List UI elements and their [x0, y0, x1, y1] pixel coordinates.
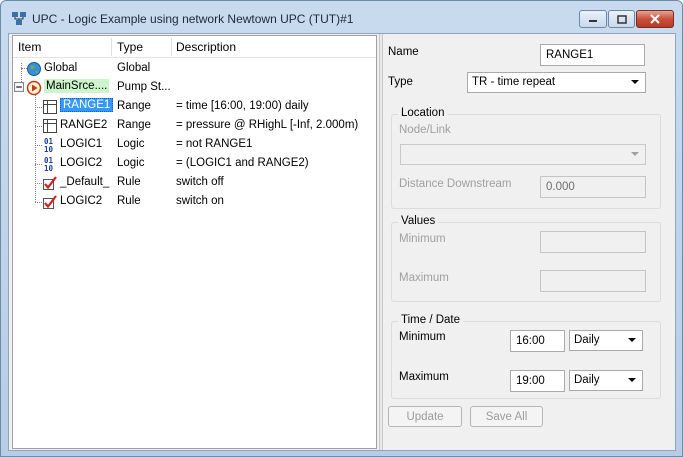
chevron-down-icon	[628, 338, 636, 342]
values-group-title: Values	[398, 215, 439, 227]
name-input[interactable]: RANGE1	[540, 44, 645, 66]
values-minimum-label: Minimum	[399, 233, 446, 245]
tree-item-type: Global	[117, 62, 151, 74]
minimize-button[interactable]	[579, 10, 607, 28]
tree-item-label: LOGIC2	[60, 157, 103, 169]
tree-item-description: switch on	[176, 195, 224, 207]
tree-item-label-wrap: MainSrce....	[44, 79, 110, 93]
tree-row-logic2[interactable]: 01 10 LOGIC2 Logic = (LOGIC1 and RANGE2)	[13, 154, 376, 173]
save-all-button[interactable]: Save All	[470, 406, 543, 427]
globe-icon	[27, 62, 41, 76]
tree-item-label: LOGIC1	[60, 138, 103, 150]
application-window: UPC - Logic Example using network Newtow…	[0, 0, 683, 457]
time-maximum-period-value: Daily	[574, 374, 600, 386]
type-label: Type	[388, 76, 413, 88]
node-link-label: Node/Link	[399, 124, 451, 136]
title-bar[interactable]: UPC - Logic Example using network Newtow…	[1, 1, 682, 33]
tree-item-type: Range	[117, 100, 151, 112]
tree-item-label: MainSrce....	[44, 79, 110, 93]
rule-check-icon	[43, 176, 57, 190]
time-minimum-period-value: Daily	[574, 334, 600, 346]
time-maximum-label: Maximum	[399, 371, 449, 383]
distance-downstream-label: Distance Downstream	[399, 178, 512, 190]
collapse-icon[interactable]	[14, 82, 24, 92]
update-button[interactable]: Update	[388, 406, 462, 427]
tree-item-label: RANGE1	[60, 98, 114, 112]
tree-row-global[interactable]: Global Global	[13, 59, 376, 78]
tree-item-label: LOGIC2	[60, 195, 103, 207]
tree-row-default-rule[interactable]: _Default_ Rule switch off	[13, 173, 376, 192]
column-divider[interactable]	[111, 38, 112, 56]
range-grid-icon	[43, 119, 57, 133]
tree-item-type: Rule	[117, 176, 141, 188]
minimize-icon	[589, 20, 597, 22]
tree-item-type: Pump St...	[117, 81, 171, 93]
values-maximum-label: Maximum	[399, 272, 449, 284]
rule-check-icon	[43, 195, 57, 209]
time-date-group-title: Time / Date	[398, 314, 464, 326]
node-link-select[interactable]	[400, 144, 646, 165]
pump-station-icon	[26, 80, 42, 96]
chevron-down-icon	[631, 80, 639, 84]
client-area: Item Type Description Global Global Main…	[8, 33, 676, 451]
tree-item-type: Range	[117, 119, 151, 131]
window-title: UPC - Logic Example using network Newtow…	[32, 12, 354, 26]
tree-row-mainsrce[interactable]: MainSrce.... Pump St...	[13, 78, 376, 97]
chevron-down-icon	[631, 152, 639, 156]
tree-item-label: Global	[44, 62, 78, 74]
tree-header: Item Type Description	[13, 36, 376, 58]
binary-logic-icon: 01 10	[44, 137, 54, 153]
tree-item-description: = (LOGIC1 and RANGE2)	[176, 157, 309, 169]
logic-tree-list[interactable]: Item Type Description Global Global Main…	[12, 35, 377, 449]
time-maximum-input[interactable]: 19:00	[510, 370, 565, 392]
tree-item-description: = time [16:00, 19:00) daily	[176, 100, 309, 112]
time-minimum-label: Minimum	[399, 331, 446, 343]
column-header-item[interactable]: Item	[18, 40, 41, 54]
values-minimum-input[interactable]	[540, 231, 646, 253]
range-grid-icon	[43, 100, 57, 114]
tree-item-type: Rule	[117, 195, 141, 207]
tree-item-description: switch off	[176, 176, 224, 188]
tree-row-range1[interactable]: RANGE1 Range = time [16:00, 19:00) daily	[13, 97, 376, 116]
column-header-type[interactable]: Type	[117, 40, 143, 54]
tree-item-type: Logic	[117, 138, 145, 150]
maximize-icon	[616, 14, 627, 24]
panel-splitter[interactable]	[379, 34, 383, 450]
tree-row-range2[interactable]: RANGE2 Range = pressure @ RHighL [-Inf, …	[13, 116, 376, 135]
tree-item-type: Logic	[117, 157, 145, 169]
svg-text:10: 10	[44, 164, 54, 172]
close-button[interactable]	[636, 10, 674, 28]
type-select[interactable]: TR - time repeat	[467, 72, 646, 93]
close-icon	[650, 14, 660, 24]
tree-item-label: _Default_	[60, 176, 110, 188]
svg-text:10: 10	[44, 145, 54, 153]
maximize-button[interactable]	[608, 10, 635, 28]
column-header-description[interactable]: Description	[176, 40, 236, 54]
distance-downstream-input[interactable]: 0.000	[540, 176, 646, 198]
name-label: Name	[388, 46, 419, 58]
column-divider[interactable]	[171, 38, 172, 56]
tree-item-label: RANGE2	[60, 119, 108, 131]
tree-item-description: = not RANGE1	[176, 138, 253, 150]
tree-row-logic1[interactable]: 01 10 LOGIC1 Logic = not RANGE1	[13, 135, 376, 154]
values-maximum-input[interactable]	[540, 270, 646, 292]
time-maximum-period-select[interactable]: Daily	[569, 370, 643, 391]
tree-item-label-wrap: RANGE1	[60, 98, 114, 112]
time-minimum-input[interactable]: 16:00	[510, 330, 565, 352]
app-icon	[12, 12, 26, 25]
chevron-down-icon	[628, 378, 636, 382]
tree-item-description: = pressure @ RHighL [-Inf, 2.000m)	[176, 119, 359, 131]
type-select-value: TR - time repeat	[472, 76, 556, 88]
location-group-title: Location	[398, 107, 448, 119]
time-minimum-period-select[interactable]: Daily	[569, 330, 643, 351]
tree-row-logic2-rule[interactable]: LOGIC2 Rule switch on	[13, 192, 376, 211]
binary-logic-icon: 01 10	[44, 156, 54, 172]
